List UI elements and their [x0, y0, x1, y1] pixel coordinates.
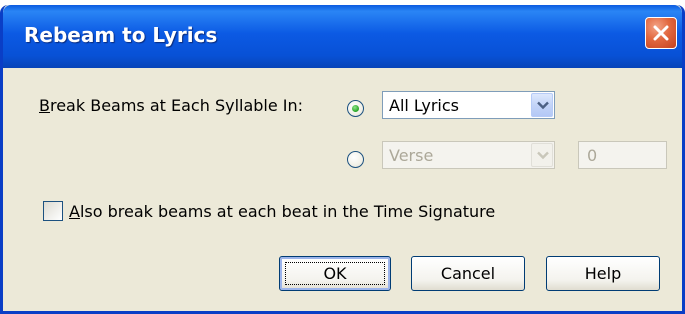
beat-checkbox-label[interactable]: Also break beams at each beat in the Tim…	[69, 202, 495, 221]
help-button[interactable]: Help	[546, 256, 660, 291]
close-button[interactable]	[645, 17, 677, 49]
beat-checkbox[interactable]	[43, 201, 63, 221]
help-button-label: Help	[584, 264, 622, 283]
verse-number-value: 0	[587, 146, 598, 165]
verse-select-dropdown-button	[531, 143, 553, 167]
title-bar[interactable]: Rebeam to Lyrics	[3, 5, 682, 68]
radio-verse[interactable]	[347, 151, 364, 168]
lyrics-select-value: All Lyrics	[389, 96, 459, 115]
cancel-button[interactable]: Cancel	[411, 256, 525, 291]
dialog-window: Rebeam to Lyrics Break Beams at Each Syl…	[0, 5, 685, 314]
ok-button[interactable]: OK	[279, 256, 391, 291]
verse-select-value: Verse	[389, 146, 434, 165]
verse-number-field: 0	[578, 141, 667, 169]
radio-all-lyrics[interactable]	[347, 100, 364, 117]
verse-select: Verse	[382, 141, 555, 169]
lyrics-select[interactable]: All Lyrics	[382, 91, 555, 119]
dialog-title: Rebeam to Lyrics	[24, 23, 218, 47]
lyrics-select-dropdown-button[interactable]	[531, 93, 553, 117]
focus-rectangle	[285, 262, 385, 285]
radio-selected-dot	[352, 105, 359, 112]
break-beams-label: Break Beams at Each Syllable In:	[39, 96, 304, 115]
cancel-button-label: Cancel	[440, 264, 496, 283]
